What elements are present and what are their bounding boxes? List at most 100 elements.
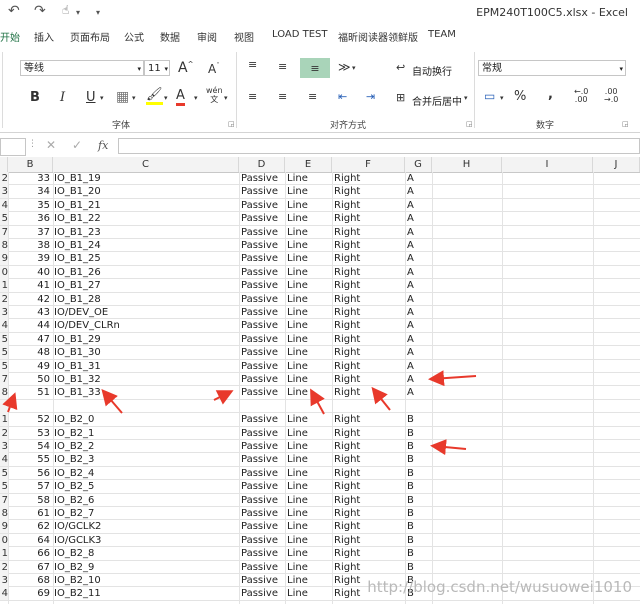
cell[interactable]: A: [407, 226, 437, 239]
cell[interactable]: 53: [20, 427, 52, 440]
cell[interactable]: Line: [287, 534, 331, 547]
row-header[interactable]: 2: [0, 172, 8, 185]
cell[interactable]: Passive: [241, 360, 285, 373]
cell[interactable]: Line: [287, 561, 331, 574]
cell[interactable]: Right: [334, 212, 404, 225]
cell[interactable]: A: [407, 266, 437, 279]
cell[interactable]: Passive: [241, 319, 285, 332]
align-right-icon[interactable]: ≡: [308, 90, 317, 103]
cell[interactable]: Passive: [241, 199, 285, 212]
cell[interactable]: IO_B1_26: [54, 266, 234, 279]
cell[interactable]: Line: [287, 346, 331, 359]
cell[interactable]: IO_B2_3: [54, 453, 234, 466]
merge-center-icon[interactable]: ⊞: [396, 91, 405, 104]
cell[interactable]: 35: [20, 199, 52, 212]
cell[interactable]: A: [407, 333, 437, 346]
insert-function-icon[interactable]: fx: [98, 139, 108, 152]
cell[interactable]: Right: [334, 226, 404, 239]
cell[interactable]: Right: [334, 199, 404, 212]
cell[interactable]: Line: [287, 507, 331, 520]
cell[interactable]: IO_B1_28: [54, 293, 234, 306]
cell[interactable]: A: [407, 252, 437, 265]
cell[interactable]: Right: [334, 440, 404, 453]
cell[interactable]: 47: [20, 333, 52, 346]
sheet-grid[interactable]: 2 33 IO_B1_19 Passive Line Right A 3 34 IO_B1_20 P…: [0, 172, 640, 604]
cell[interactable]: Line: [287, 252, 331, 265]
cell[interactable]: Line: [287, 293, 331, 306]
accounting-format-icon[interactable]: ▭: [484, 89, 495, 103]
cell[interactable]: Right: [334, 453, 404, 466]
decrease-decimal-icon[interactable]: .00 →.0: [604, 88, 618, 104]
row-header[interactable]: 3: [0, 574, 8, 587]
cell[interactable]: A: [407, 319, 437, 332]
cell[interactable]: Right: [334, 534, 404, 547]
row-header[interactable]: 7: [0, 493, 8, 507]
increase-decimal-icon[interactable]: ←.0.00: [574, 88, 588, 104]
cell[interactable]: Line: [287, 172, 331, 185]
tab-foxit[interactable]: 福昕阅读器领鲜版: [338, 29, 418, 44]
cell[interactable]: Right: [334, 346, 404, 359]
cell[interactable]: 49: [20, 360, 52, 373]
cell[interactable]: Right: [334, 480, 404, 493]
cell[interactable]: B: [407, 453, 437, 466]
cell[interactable]: IO/DEV_CLRn: [54, 319, 234, 332]
cell[interactable]: B: [407, 494, 437, 507]
select-all-corner[interactable]: [0, 157, 8, 172]
cell[interactable]: A: [407, 373, 437, 386]
row-header[interactable]: 3: [0, 440, 8, 453]
row-header[interactable]: 0: [0, 533, 8, 547]
cell[interactable]: 42: [20, 293, 52, 306]
cell[interactable]: 69: [20, 587, 52, 600]
row-header[interactable]: 5: [0, 332, 8, 346]
touch-mode-icon[interactable]: ☝: [62, 3, 69, 17]
cell[interactable]: Passive: [241, 507, 285, 520]
row-header[interactable]: 0: [0, 265, 8, 279]
cell[interactable]: Right: [334, 561, 404, 574]
cell[interactable]: B: [407, 427, 437, 440]
undo-icon[interactable]: ↶: [8, 3, 20, 19]
cell[interactable]: 51: [20, 386, 52, 399]
name-box[interactable]: [0, 138, 26, 156]
row-header[interactable]: 7: [0, 225, 8, 239]
row-header[interactable]: 5: [0, 346, 8, 360]
cell[interactable]: A: [407, 185, 437, 198]
cell[interactable]: IO_B2_0: [54, 413, 234, 426]
more-icon[interactable]: ⋮: [28, 139, 37, 149]
cell[interactable]: Passive: [241, 293, 285, 306]
cell[interactable]: Line: [287, 360, 331, 373]
cell[interactable]: IO_B2_10: [54, 574, 234, 587]
cell[interactable]: Right: [334, 494, 404, 507]
cell[interactable]: 68: [20, 574, 52, 587]
row-header[interactable]: 9: [0, 252, 8, 266]
cell[interactable]: 37: [20, 226, 52, 239]
cell[interactable]: Passive: [241, 561, 285, 574]
row-header[interactable]: 1: [0, 547, 8, 561]
cell[interactable]: Line: [287, 266, 331, 279]
cell[interactable]: 43: [20, 306, 52, 319]
column-header[interactable]: I: [502, 157, 593, 172]
cell[interactable]: Line: [287, 494, 331, 507]
cell[interactable]: Passive: [241, 212, 285, 225]
cell[interactable]: IO_B1_27: [54, 279, 234, 292]
cell[interactable]: IO_B1_33: [54, 386, 234, 399]
row-header[interactable]: 7: [0, 373, 8, 386]
row-header[interactable]: [0, 399, 8, 413]
cell[interactable]: Line: [287, 212, 331, 225]
row-header[interactable]: 4: [0, 453, 8, 467]
cell[interactable]: IO_B1_20: [54, 185, 234, 198]
tab-data[interactable]: 数据: [160, 29, 180, 44]
dialog-launcher-icon[interactable]: ◲: [228, 120, 235, 128]
decrease-indent-icon[interactable]: ⇤: [338, 90, 347, 103]
column-header[interactable]: E: [285, 157, 332, 172]
increase-indent-icon[interactable]: ⇥: [366, 90, 375, 103]
cell[interactable]: 55: [20, 453, 52, 466]
cell[interactable]: IO_B1_30: [54, 346, 234, 359]
formula-input[interactable]: [118, 138, 640, 154]
cell[interactable]: 36: [20, 212, 52, 225]
tab-team[interactable]: TEAM: [428, 29, 456, 40]
cell[interactable]: Passive: [241, 534, 285, 547]
cell[interactable]: [241, 400, 285, 413]
font-color-icon[interactable]: A: [176, 88, 185, 106]
tab-insert[interactable]: 插入: [34, 29, 54, 44]
cell[interactable]: IO/GCLK3: [54, 534, 234, 547]
